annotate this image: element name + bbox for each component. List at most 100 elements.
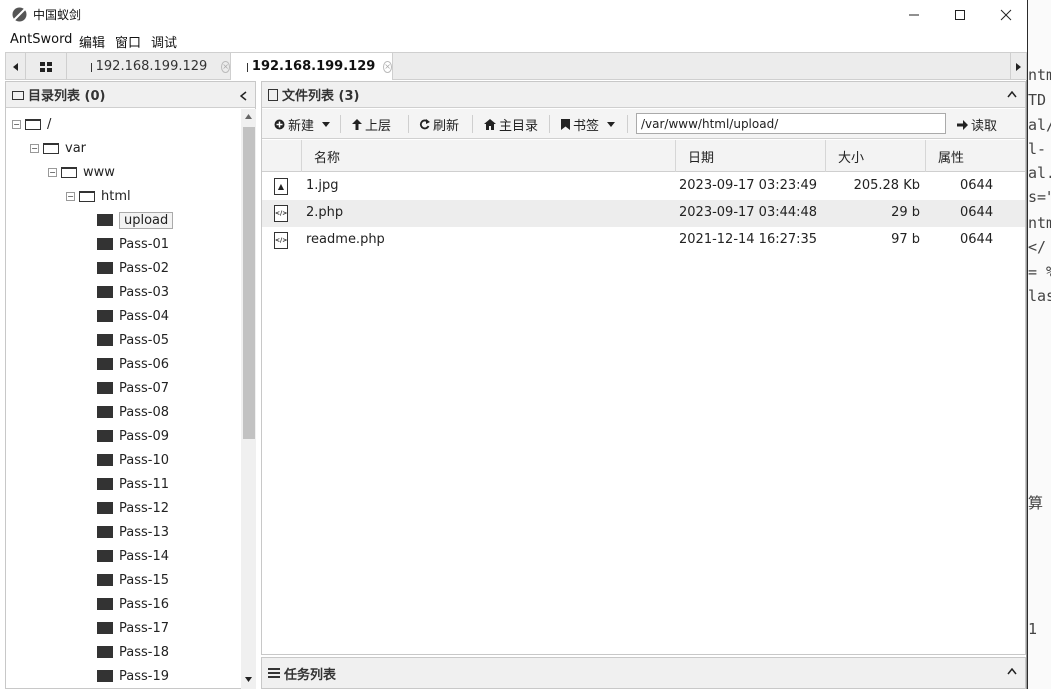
read-button[interactable]: 读取 [957,115,997,134]
menu-window[interactable]: 窗口 [115,32,141,51]
caret-left-icon [12,62,18,71]
tree-node-label: Pass-16 [119,596,170,612]
tree-node[interactable]: Pass-05 [84,329,169,351]
expand-up-icon[interactable] [1007,668,1017,675]
column-header-name[interactable]: 名称 [301,140,675,172]
collapse-left-icon[interactable] [240,91,247,101]
tab-scroll-right-button[interactable] [1010,53,1026,80]
tree-node[interactable]: Pass-07 [84,377,169,399]
file-size: 29 b [891,205,920,220]
menu-antsword[interactable]: AntSword [10,32,72,47]
background-editor-strip: ntm TD al/l-al. s=" ntm </ = % las 算 1 [1028,0,1051,689]
tab-close-icon[interactable]: × [383,60,392,73]
new-label: 新建 [288,119,315,134]
tree-node[interactable]: Pass-01 [84,233,169,255]
tree-collapse-icon[interactable]: − [12,119,21,129]
new-button[interactable]: 新建 [274,115,331,134]
background-code-line: l- [1028,140,1047,158]
file-outline-icon [268,88,278,101]
folder-icon [97,478,113,490]
minimize-button[interactable] [891,0,937,29]
tree-node[interactable]: Pass-10 [84,449,169,471]
tree-node[interactable]: Pass-17 [84,617,169,639]
menu-edit[interactable]: 编辑 [79,32,105,51]
tree-node[interactable]: Pass-16 [84,593,169,615]
tree-node-label: var [65,140,87,156]
caret-down-icon [322,122,331,127]
folder-open-icon [79,190,95,202]
tree-node[interactable]: Pass-15 [84,569,169,591]
tree-node[interactable]: Pass-13 [84,521,169,543]
tree-node[interactable]: Pass-11 [84,473,169,495]
tree-node[interactable]: upload [84,209,174,231]
file-date: 2023-09-17 03:23:49 [679,178,818,193]
file-date: 2021-12-14 16:27:35 [679,232,818,247]
column-header-attr[interactable]: 属性 [925,140,1025,172]
up-label: 上层 [365,119,392,134]
tree-node[interactable]: − www [48,161,115,183]
close-button[interactable] [983,0,1029,29]
folder-outline-icon [91,62,92,72]
menu-debug[interactable]: 调试 [151,32,177,51]
refresh-button[interactable]: 刷新 [419,115,459,134]
directory-scrollbar[interactable] [241,109,256,689]
file-row[interactable]: ▲ 1.jpg 2023-09-17 03:23:49 205.28 Kb 0644 [262,173,1025,200]
tree-node[interactable]: − html [66,185,131,207]
tree-collapse-icon[interactable]: − [66,191,75,201]
toolbar-separator [340,115,341,133]
tree-node[interactable]: Pass-02 [84,257,169,279]
folder-icon [97,574,113,586]
tree-node[interactable]: Pass-04 [84,305,169,327]
collapse-up-icon[interactable] [1007,91,1017,98]
bookmark-button[interactable]: 书签 [561,115,616,134]
task-panel: 任务列表 [261,657,1026,689]
scrollbar-thumb[interactable] [243,127,255,439]
tree-node[interactable]: Pass-06 [84,353,169,375]
toolbar-separator [472,115,473,133]
file-row[interactable]: </> readme.php 2021-12-14 16:27:35 97 b 0644 [262,227,1025,254]
tree-node-label: Pass-13 [119,524,170,540]
file-row[interactable]: </> 2.php 2023-09-17 03:44:48 29 b 0644 [262,200,1025,227]
scroll-down-icon[interactable] [245,677,252,682]
tab-shell-2-active[interactable]: 192.168.199.129 × [231,53,393,80]
tab-shell-1[interactable]: 192.168.199.129 × [67,53,231,80]
file-attr: 0644 [960,205,994,220]
tree-node[interactable]: Pass-09 [84,425,169,447]
code-file-icon: </> [274,232,288,249]
background-code-line: al/ [1028,116,1051,134]
file-panel: 文件列表 (3) 新建 上层 刷新 主目录 书签 /var/www/html/u… [261,81,1026,655]
tree-node[interactable]: Pass-19 [84,665,169,687]
plus-circle-icon [274,119,285,130]
home-button[interactable]: 主目录 [484,115,538,134]
tree-node[interactable]: Pass-08 [84,401,169,423]
file-panel-title: 文件列表 (3) [282,89,360,104]
tree-node[interactable]: − / [12,113,51,135]
toolbar-separator [549,115,550,133]
tree-node[interactable]: Pass-03 [84,281,169,303]
directory-panel-header: 目录列表 (0) [6,82,255,108]
column-header-date[interactable]: 日期 [675,140,825,172]
file-attr: 0644 [960,178,994,193]
tree-node-label: www [83,164,115,180]
folder-icon [97,646,113,658]
folder-icon [97,622,113,634]
minimize-icon [909,14,919,15]
tree-collapse-icon[interactable]: − [48,167,57,177]
column-header-size[interactable]: 大小 [825,140,925,172]
tree-node[interactable]: Pass-18 [84,641,169,663]
tree-node[interactable]: − var [30,137,86,159]
tab-close-icon[interactable]: × [221,60,230,73]
tab-scroll-left-button[interactable] [6,53,26,80]
folder-icon [97,430,113,442]
up-button[interactable]: 上层 [352,115,391,134]
tree-node[interactable]: Pass-14 [84,545,169,567]
tree-node-label: Pass-18 [119,644,170,660]
tree-node[interactable]: Pass-12 [84,497,169,519]
tab-home[interactable] [26,53,67,80]
path-input[interactable] [636,113,946,134]
tree-collapse-icon[interactable]: − [30,143,39,153]
scroll-up-icon[interactable] [245,114,252,119]
background-code-line: 算 [1028,494,1044,512]
maximize-button[interactable] [937,0,983,29]
task-panel-title: 任务列表 [284,667,337,683]
